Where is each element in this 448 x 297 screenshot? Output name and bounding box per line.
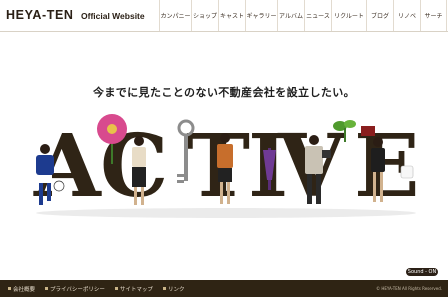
figure-woman-flag: [361, 126, 385, 202]
nav-item-renovation[interactable]: リノベ: [393, 0, 420, 31]
leaf-icon: [333, 120, 356, 142]
figure-woman-phone: [132, 136, 146, 205]
figure-soccer-player: [36, 144, 65, 205]
bullet-icon: [45, 287, 49, 290]
site-logo[interactable]: HEYA-TEN: [6, 8, 74, 22]
figure-businesswoman: [217, 133, 233, 204]
footer-link-sitemap[interactable]: サイトマップ: [114, 285, 153, 293]
sound-toggle-button[interactable]: Sound - ON: [406, 268, 438, 276]
footer-link-label: サイトマップ: [119, 286, 153, 293]
footer-links: 会社概要 プライバシーポリシー サイトマップ リンク: [8, 280, 194, 297]
site-logo-subtitle: Official Website: [81, 11, 145, 21]
hero-figures: [36, 114, 414, 205]
hero-tagline: 今までに見たことのない不動産会社を設立したい。: [92, 86, 356, 99]
footer-link-links[interactable]: リンク: [162, 285, 185, 293]
bullet-icon: [8, 287, 11, 290]
nav-item-recruit[interactable]: リクルート: [331, 0, 366, 31]
nav-item-shop[interactable]: ショップ: [191, 0, 218, 31]
main-nav: カンパニー ショップ キャスト ギャラリー アルバム ニュース リクルート ブロ…: [159, 0, 447, 31]
copyright-text: © HEYA-TEN All Rights Reserved.: [376, 286, 442, 291]
footer-link-label: リンク: [167, 286, 185, 293]
nav-item-cast[interactable]: キャスト: [218, 0, 245, 31]
cup-icon: [400, 165, 414, 179]
site-footer: 会社概要 プライバシーポリシー サイトマップ リンク © HEYA-TEN Al…: [0, 280, 448, 297]
nav-item-blog[interactable]: ブログ: [366, 0, 393, 31]
figure-man-tablet: [305, 135, 331, 204]
flower-icon: [97, 114, 127, 164]
hero-visual: A C T I V E: [0, 100, 448, 280]
footer-link-company[interactable]: 会社概要: [8, 285, 35, 293]
nav-item-search[interactable]: サーチ: [420, 0, 447, 31]
nav-item-album[interactable]: アルバム: [277, 0, 304, 31]
bullet-icon: [162, 287, 166, 290]
nav-item-news[interactable]: ニュース: [304, 0, 331, 31]
footer-link-label: プライバシーポリシー: [50, 286, 105, 293]
nav-item-company[interactable]: カンパニー: [159, 0, 191, 31]
nav-item-gallery[interactable]: ギャラリー: [245, 0, 277, 31]
bullet-icon: [114, 287, 118, 290]
key-icon: [177, 119, 195, 183]
footer-link-label: 会社概要: [13, 286, 36, 293]
umbrella-icon: [263, 148, 276, 190]
footer-link-privacy[interactable]: プライバシーポリシー: [45, 285, 105, 293]
site-header: HEYA-TEN Official Website カンパニー ショップ キャス…: [0, 0, 448, 32]
